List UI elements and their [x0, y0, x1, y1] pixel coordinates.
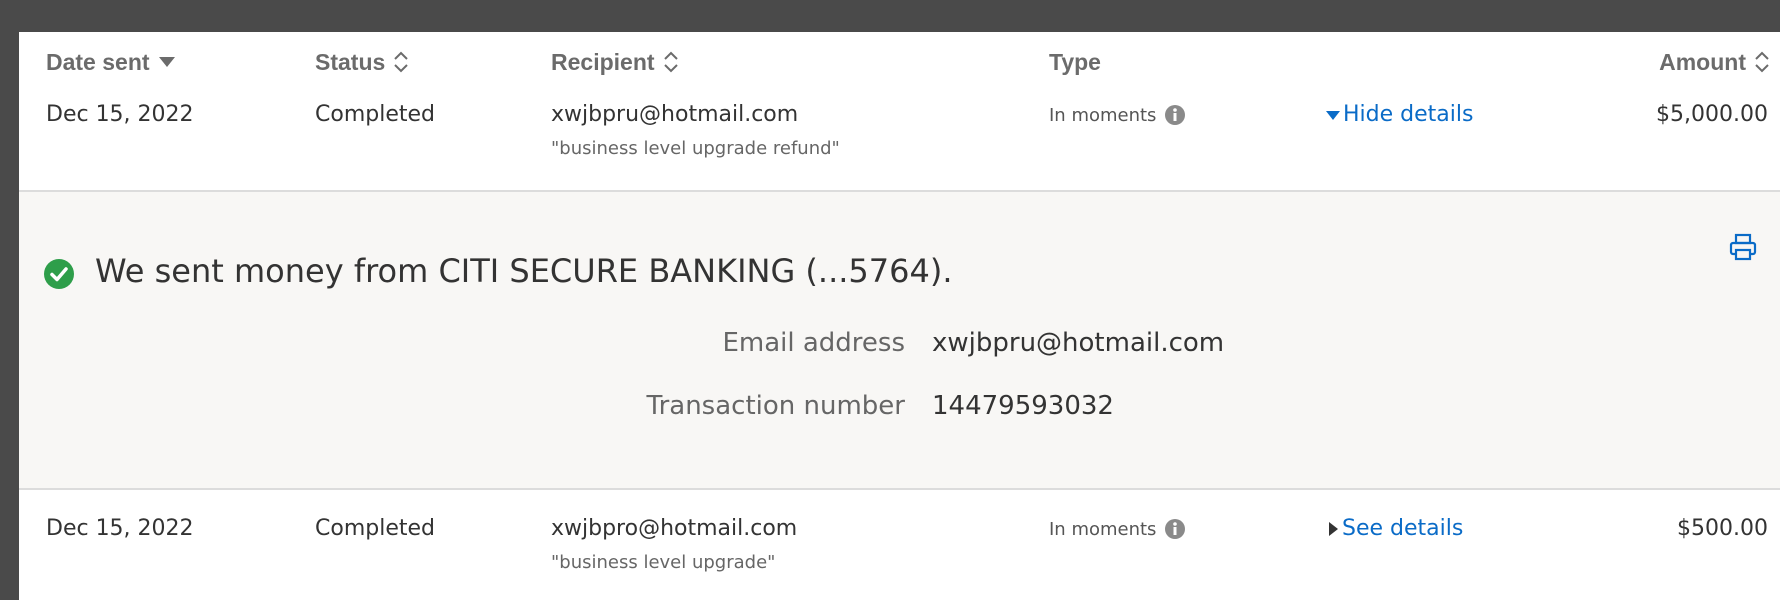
print-icon[interactable]	[1728, 232, 1758, 262]
column-header-status-label: Status	[315, 48, 386, 75]
row-recipient: xwjbpru@hotmail.com	[551, 102, 799, 127]
column-header-recipient[interactable]: Recipient	[551, 46, 679, 78]
email-address-label: Email address	[722, 328, 905, 358]
row-type-label: In moments	[1049, 518, 1157, 540]
row-type: In moments	[1049, 104, 1186, 126]
transaction-table: Date sent Status Recipient Type Amount D…	[19, 32, 1780, 600]
row-date: Dec 15, 2022	[46, 516, 194, 541]
column-header-amount-label: Amount	[1659, 48, 1746, 75]
row-type-label: In moments	[1049, 104, 1157, 126]
transaction-number-label: Transaction number	[646, 391, 905, 421]
see-details-label: See details	[1342, 516, 1464, 541]
sort-descending-icon	[158, 57, 175, 67]
row-date: Dec 15, 2022	[46, 102, 194, 127]
transaction-details-panel: We sent money from CITI SECURE BANKING (…	[19, 190, 1780, 490]
row-status: Completed	[315, 102, 435, 127]
sort-toggle-icon	[1755, 51, 1769, 73]
email-address-value: xwjbpru@hotmail.com	[932, 328, 1225, 358]
details-headline: We sent money from CITI SECURE BANKING (…	[95, 252, 953, 290]
row-amount: $5,000.00	[1656, 102, 1768, 127]
transaction-number-value: 14479593032	[932, 391, 1114, 421]
column-header-date-sent-label: Date sent	[46, 48, 150, 75]
info-icon[interactable]	[1164, 518, 1186, 540]
row-memo: "business level upgrade refund"	[551, 138, 840, 159]
row-recipient: xwjbpro@hotmail.com	[551, 516, 798, 541]
column-header-amount[interactable]: Amount	[1659, 46, 1770, 78]
sort-toggle-icon	[394, 51, 409, 73]
info-icon[interactable]	[1164, 104, 1186, 126]
row-amount: $500.00	[1677, 516, 1768, 541]
see-details-link[interactable]: See details	[1327, 516, 1463, 541]
column-header-type: Type	[1049, 46, 1101, 78]
hide-details-link[interactable]: Hide details	[1325, 102, 1473, 127]
row-type: In moments	[1049, 518, 1186, 540]
row-status: Completed	[315, 516, 435, 541]
sort-toggle-icon	[663, 51, 678, 73]
column-header-type-label: Type	[1049, 48, 1101, 75]
caret-down-icon	[1326, 110, 1340, 120]
column-header-status[interactable]: Status	[315, 46, 409, 78]
column-header-recipient-label: Recipient	[551, 48, 655, 75]
caret-right-icon	[1329, 521, 1338, 536]
hide-details-label: Hide details	[1343, 102, 1474, 127]
column-header-date-sent[interactable]: Date sent	[46, 46, 176, 78]
check-circle-icon	[44, 259, 74, 289]
row-memo: "business level upgrade"	[551, 552, 776, 573]
